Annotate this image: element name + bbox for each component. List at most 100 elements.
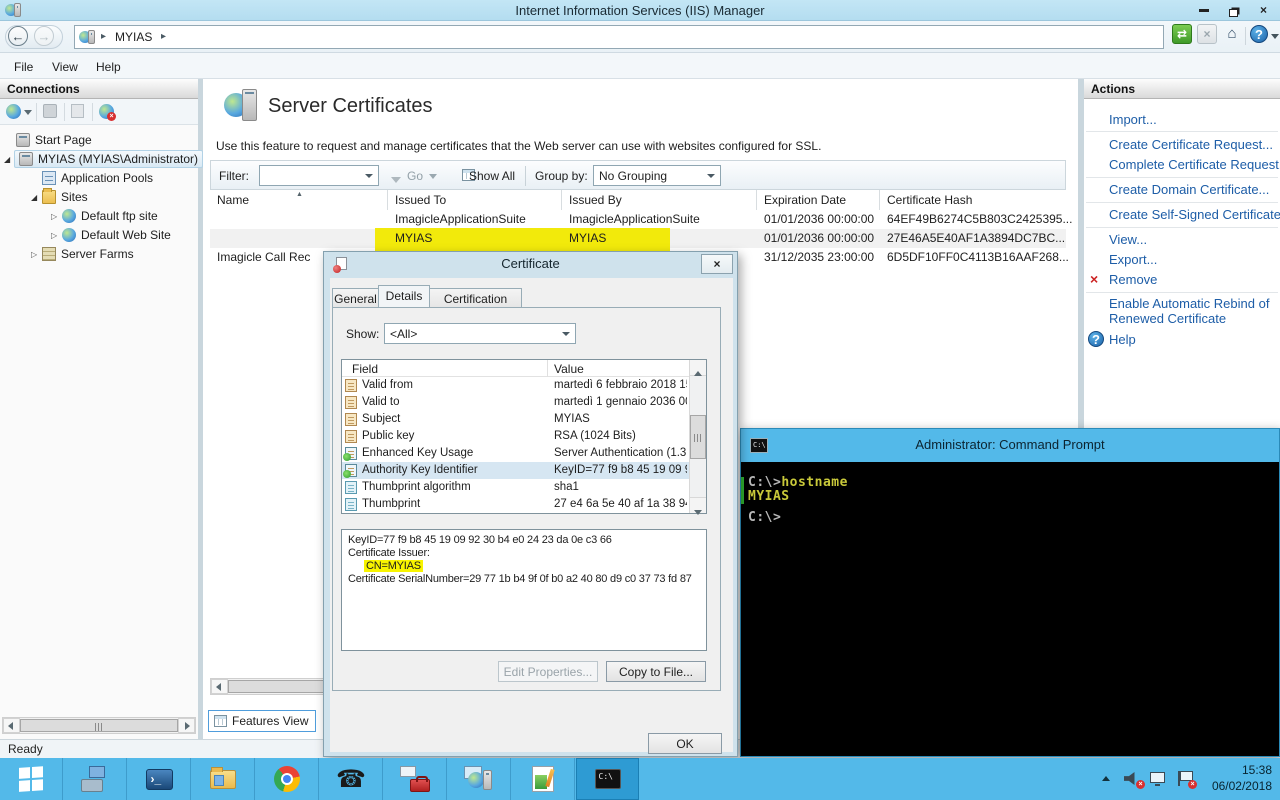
help-dropdown-icon[interactable] (1271, 34, 1279, 39)
menu-view[interactable]: View (46, 58, 84, 76)
field-detail-text[interactable]: KeyID=77 f9 b8 45 19 09 92 30 b4 e0 24 2… (341, 529, 707, 651)
column-header-expiration[interactable]: Expiration Date (757, 190, 880, 210)
breadcrumb-path[interactable]: MYIAS (115, 30, 152, 44)
action-create-self-signed-certificate[interactable]: Create Self-Signed Certificate... (1109, 207, 1280, 222)
action-remove[interactable]: Remove (1109, 272, 1157, 287)
action-import[interactable]: Import... (1109, 112, 1157, 127)
table-row[interactable]: ImagicleApplicationSuite ImagicleApplica… (210, 210, 1066, 229)
copy-to-file-button[interactable]: Copy to File... (606, 661, 706, 682)
file-explorer-button[interactable] (192, 758, 255, 800)
action-help[interactable]: Help (1109, 332, 1136, 347)
sidebar-item-application-pools[interactable]: Application Pools (42, 169, 153, 187)
scroll-thumb[interactable] (690, 415, 706, 459)
certificate-dialog[interactable]: Certificate × General Details Certificat… (323, 251, 738, 757)
server-manager-button[interactable] (64, 758, 127, 800)
dialog-close-button[interactable]: × (701, 254, 733, 274)
sidebar-item-start-page[interactable]: Start Page (16, 131, 92, 149)
tree-collapsed-icon[interactable]: ▷ (51, 231, 61, 240)
powershell-button[interactable]: ›_ (128, 758, 191, 800)
sidebar-item-default-ftp-site[interactable]: ▷ Default ftp site (62, 207, 158, 225)
network-icon[interactable] (1150, 771, 1168, 787)
scroll-up-icon[interactable] (690, 360, 706, 376)
menu-help[interactable]: Help (90, 58, 127, 76)
group-by-select[interactable]: No Grouping (593, 165, 721, 186)
connect-server-icon[interactable] (6, 104, 21, 119)
column-header-hash[interactable]: Certificate Hash (880, 190, 1066, 210)
tab-details[interactable]: Details (378, 285, 430, 307)
list-item[interactable]: SubjectMYIAS (342, 411, 689, 428)
rename-icon[interactable] (71, 104, 84, 118)
taskbar-clock[interactable]: 15:38 06/02/2018 (1212, 762, 1272, 794)
refresh-icon[interactable]: ⇄ (1172, 24, 1192, 44)
command-prompt-window[interactable]: C:\ Administrator: Command Prompt C:\>ho… (740, 428, 1280, 757)
restore-button[interactable] (1219, 0, 1248, 20)
list-item[interactable]: Enhanced Key UsageServer Authentication … (342, 445, 689, 462)
go-button[interactable]: Go (407, 169, 423, 183)
list-vscrollbar[interactable] (689, 360, 706, 513)
list-item-selected[interactable]: Authority Key IdentifierKeyID=77 f9 b8 4… (342, 462, 689, 479)
column-header-name[interactable]: Name ▲ (210, 190, 388, 210)
menu-file[interactable]: File (8, 58, 39, 76)
remove-connection-icon[interactable]: × (99, 104, 114, 119)
list-item[interactable]: Valid tomartedì 1 gennaio 2036 00:00... (342, 394, 689, 411)
tab-features-view[interactable]: Features View (208, 710, 316, 732)
chrome-button[interactable] (256, 758, 319, 800)
action-create-domain-certificate[interactable]: Create Domain Certificate... (1109, 182, 1269, 197)
show-all-button[interactable]: Show All (469, 169, 515, 183)
home-icon[interactable]: ⌂ (1222, 24, 1242, 44)
show-hidden-icons[interactable] (1102, 776, 1110, 781)
scroll-left-icon[interactable] (3, 718, 20, 733)
start-button[interactable] (0, 758, 63, 800)
action-center-flag-icon[interactable]: × (1176, 771, 1194, 787)
edit-properties-button[interactable]: Edit Properties... (498, 661, 598, 682)
minimize-button[interactable] (1189, 0, 1218, 20)
tree-collapsed-icon[interactable]: ▷ (51, 212, 61, 221)
scroll-right-icon[interactable] (178, 718, 195, 733)
sidebar-item-default-web-site[interactable]: ▷ Default Web Site (62, 226, 171, 244)
list-item[interactable]: Valid frommartedì 6 febbraio 2018 15:35.… (342, 377, 689, 394)
scroll-down-icon[interactable] (690, 497, 706, 513)
scroll-left-icon[interactable] (211, 679, 228, 694)
action-export[interactable]: Export... (1109, 252, 1157, 267)
admin-toolbox-button[interactable] (384, 758, 447, 800)
tab-certification-path[interactable]: Certification Path (429, 288, 522, 307)
breadcrumb[interactable]: ▸ MYIAS ▸ (74, 25, 1164, 49)
terminal-screen[interactable]: C:\>hostname MYIAS C:\> (741, 462, 1279, 756)
list-item[interactable]: Thumbprint algorithmsha1 (342, 479, 689, 496)
scroll-thumb[interactable] (20, 719, 178, 732)
volume-muted-icon[interactable]: × (1124, 771, 1142, 787)
tree-expanded-icon[interactable]: ◢ (4, 155, 14, 164)
filter-input[interactable] (259, 165, 379, 186)
show-select[interactable]: <All> (384, 323, 576, 344)
action-view[interactable]: View... (1109, 232, 1147, 247)
phone-app-button[interactable]: ☎ (320, 758, 383, 800)
tree-collapsed-icon[interactable]: ▷ (31, 250, 41, 259)
sidebar-item-sites[interactable]: ◢ Sites (42, 188, 88, 206)
iis-manager-button[interactable] (448, 758, 511, 800)
certificate-fields-list[interactable]: Field Value Valid frommartedì 6 febbraio… (341, 359, 707, 514)
stop-icon[interactable]: × (1197, 24, 1217, 44)
cmd-taskbar-button[interactable]: C:\ (576, 758, 639, 800)
cmd-titlebar[interactable]: C:\ Administrator: Command Prompt (741, 429, 1279, 462)
column-header-issued-to[interactable]: Issued To (388, 190, 562, 210)
forward-icon[interactable]: → (34, 26, 54, 46)
action-enable-rebind[interactable]: Enable Automatic Rebind of Renewed Certi… (1109, 296, 1274, 326)
sidebar-item-server[interactable]: ◢ MYIAS (MYIAS\Administrator) (14, 150, 203, 168)
action-complete-certificate-request[interactable]: Complete Certificate Request... (1109, 157, 1280, 172)
connections-hscrollbar[interactable] (2, 717, 196, 734)
save-connections-icon[interactable] (43, 104, 57, 118)
column-header-issued-by[interactable]: Issued By (562, 190, 757, 210)
ok-button[interactable]: OK (648, 733, 722, 754)
list-item[interactable]: Thumbprint27 e4 6a 5e 40 af 1a 38 94 dc … (342, 496, 689, 513)
window-titlebar[interactable]: Internet Information Services (IIS) Mana… (0, 0, 1280, 21)
editor-app-button[interactable] (512, 758, 575, 800)
list-item[interactable]: Public keyRSA (1024 Bits) (342, 428, 689, 445)
help-icon[interactable]: ? (1250, 25, 1268, 43)
tab-general[interactable]: General (332, 288, 379, 307)
tree-expanded-icon[interactable]: ◢ (31, 193, 41, 202)
back-icon[interactable]: ← (8, 26, 28, 46)
close-button[interactable]: × (1249, 0, 1278, 20)
connect-dropdown-icon[interactable] (24, 110, 32, 115)
action-create-certificate-request[interactable]: Create Certificate Request... (1109, 137, 1273, 152)
sidebar-item-server-farms[interactable]: ▷ Server Farms (42, 245, 134, 263)
